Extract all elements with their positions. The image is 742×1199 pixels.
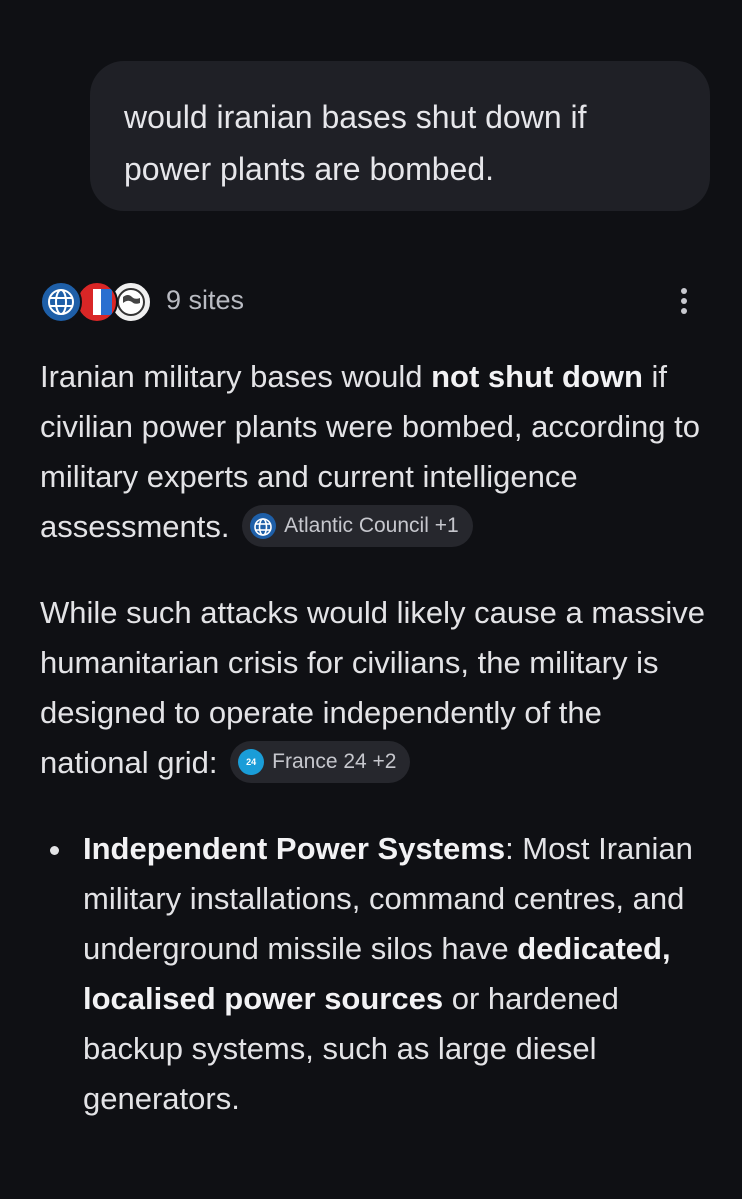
answer-bullet-list: Independent Power Systems: Most Iranian … (40, 824, 710, 1124)
source-chip-atlantic-council[interactable]: Atlantic Council +1 (242, 504, 473, 547)
bullet-title: Independent Power Systems (83, 831, 506, 866)
answer-bold-text: not shut down (431, 359, 643, 394)
atlantic-council-icon (40, 281, 82, 323)
sources-count[interactable]: 9 sites (166, 285, 244, 316)
france24-icon: 24 (238, 748, 265, 775)
answer-paragraph-1: Iranian military bases would not shut do… (40, 352, 710, 552)
atlantic-council-icon (250, 512, 277, 539)
source-chip-france24[interactable]: 24 France 24 +2 (230, 740, 411, 783)
more-options-icon[interactable] (674, 285, 694, 319)
ai-answer: Iranian military bases would not shut do… (40, 352, 710, 1124)
answer-paragraph-2: While such attacks would likely cause a … (40, 588, 710, 788)
list-item: Independent Power Systems: Most Iranian … (40, 824, 710, 1124)
source-chip-label: France 24 +2 (272, 749, 397, 773)
answer-text: Iranian military bases would (40, 359, 432, 394)
chat-page: would iranian bases shut down if power p… (0, 0, 742, 1199)
user-message-bubble: would iranian bases shut down if power p… (90, 61, 710, 211)
source-favicons[interactable] (40, 279, 155, 323)
news-icon (76, 281, 118, 323)
user-message-text: would iranian bases shut down if power p… (124, 99, 587, 187)
sources-row[interactable]: 9 sites (40, 279, 710, 323)
source-chip-label: Atlantic Council +1 (284, 513, 459, 537)
